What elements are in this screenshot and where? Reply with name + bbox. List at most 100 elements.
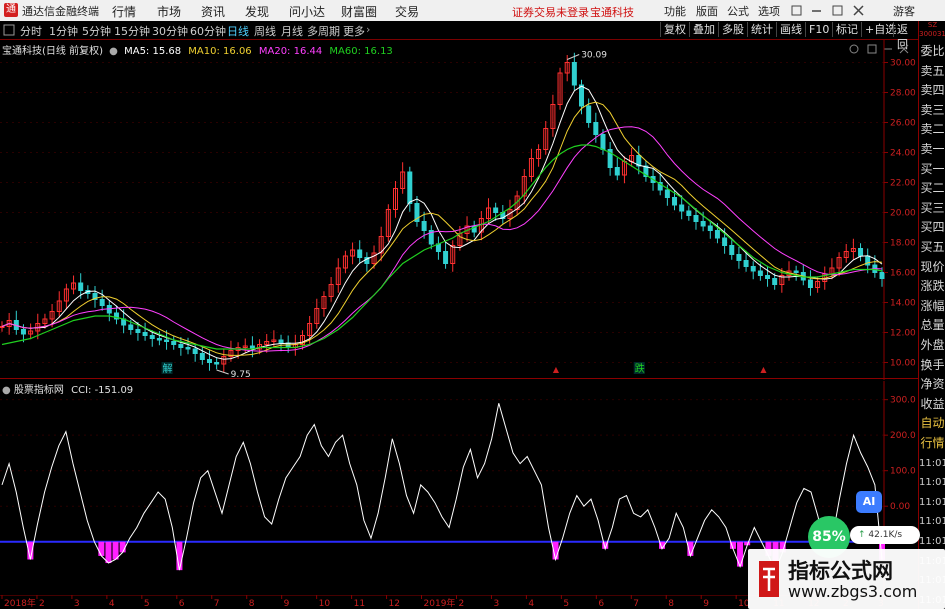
- tab-1min[interactable]: 1分钟: [49, 23, 78, 39]
- menu-functions[interactable]: 功能: [664, 3, 686, 19]
- ma10-line: [1, 101, 883, 356]
- time-tick-label: 2018年: [4, 597, 36, 609]
- panel-divider: [0, 378, 918, 379]
- time-tick-label: 12: [389, 599, 400, 609]
- time-tick-label: 7: [633, 599, 639, 609]
- high-pointer: [567, 54, 580, 60]
- menu-trade[interactable]: 交易: [395, 3, 419, 20]
- candle-body: [765, 275, 771, 279]
- tab-more[interactable]: 更多: [343, 23, 365, 39]
- candle-body: [743, 260, 749, 267]
- cci-axis: 300.0 200.0 100.0 0.00: [884, 396, 916, 512]
- tab-daily[interactable]: 日线: [227, 23, 249, 39]
- app-title: 通达信金融终端: [22, 5, 99, 18]
- sidebar-item[interactable]: 卖四: [919, 82, 945, 99]
- candle-body: [78, 282, 84, 291]
- candle-body: [206, 359, 212, 363]
- more-arrow-icon[interactable]: ›: [366, 23, 370, 36]
- tab-monthly[interactable]: 月线: [281, 23, 303, 39]
- back-button[interactable]: 返回: [893, 22, 918, 51]
- menu-news[interactable]: 资讯: [201, 3, 225, 20]
- ai-assistant-button[interactable]: AI: [856, 491, 882, 513]
- sidebar-item[interactable]: 自动: [919, 415, 945, 432]
- f10-button[interactable]: F10: [805, 22, 832, 37]
- candle-body: [700, 221, 706, 227]
- candle-body: [178, 344, 184, 348]
- mark-button[interactable]: 标记: [832, 22, 861, 37]
- sidebar-item[interactable]: 买四: [919, 219, 945, 236]
- tab-30min[interactable]: 30分钟: [152, 23, 188, 39]
- menu-layout[interactable]: 版面: [696, 3, 718, 19]
- overlay-button[interactable]: 叠加: [689, 22, 718, 37]
- sidebar-item[interactable]: 总量: [919, 317, 945, 334]
- sidebar-item[interactable]: 卖二: [919, 121, 945, 138]
- sidebar-item[interactable]: 涨跌: [919, 278, 945, 295]
- time-tick-label: 6: [598, 599, 604, 609]
- candle-body: [793, 270, 799, 273]
- candle-body: [664, 189, 670, 198]
- sidebar-item[interactable]: 卖一: [919, 141, 945, 158]
- menu-quotes[interactable]: 行情: [112, 3, 136, 20]
- sidebar-item[interactable]: 买一: [919, 161, 945, 178]
- high-price-label: 30.09: [581, 51, 607, 61]
- sidebar-item[interactable]: 涨幅: [919, 298, 945, 315]
- sidebar-item[interactable]: 现价: [919, 259, 945, 276]
- sidebar-item[interactable]: 买三: [919, 200, 945, 217]
- tab-weekly[interactable]: 周线: [254, 23, 276, 39]
- price-tick-label: 10.00: [890, 359, 916, 369]
- price-tick-label: 30.00: [890, 59, 916, 69]
- sidebar-item[interactable]: 卖三: [919, 102, 945, 119]
- tab-multi-period[interactable]: 多周期: [307, 23, 340, 39]
- app-logo-icon: 通: [4, 3, 18, 17]
- sidebar-item[interactable]: 换手: [919, 357, 945, 374]
- tab-timeshare[interactable]: 分时: [20, 23, 42, 39]
- skin-icon[interactable]: [791, 5, 802, 16]
- candle-body: [722, 237, 728, 246]
- sidebar-item[interactable]: 买五: [919, 239, 945, 256]
- net-speed-value: 42.1K/s: [868, 530, 903, 540]
- menu-formula[interactable]: 公式: [727, 3, 749, 19]
- candle-body: [421, 221, 427, 231]
- menu-market[interactable]: 市场: [157, 3, 181, 20]
- maximize-icon[interactable]: [832, 5, 843, 16]
- sidebar-item: 11:01: [919, 516, 945, 528]
- small-marker-icon[interactable]: ▲: [553, 365, 560, 374]
- menu-assistant[interactable]: 问小达: [289, 3, 325, 20]
- toolbar-grid-icon[interactable]: [3, 24, 15, 36]
- candle-body: [128, 324, 134, 330]
- sidebar-item[interactable]: 委比: [919, 43, 945, 60]
- period-toolbar: 分时 1分钟 5分钟 15分钟 30分钟 60分钟 日线 周线 月线 多周期 更…: [0, 21, 918, 51]
- adjust-button[interactable]: 复权: [660, 22, 689, 37]
- menu-discover[interactable]: 发现: [245, 3, 269, 20]
- price-tick-label: 24.00: [890, 149, 916, 159]
- time-tick-label: 11: [354, 599, 365, 609]
- event-marker-label[interactable]: 跌: [635, 362, 645, 375]
- time-tick-label: 5: [563, 599, 569, 609]
- price-chart[interactable]: 30.00 28.00 26.00 24.00 22.00 20.00 18.00 16.00…: [0, 40, 918, 380]
- sidebar-item[interactable]: 外盘: [919, 337, 945, 354]
- menu-options[interactable]: 选项: [758, 3, 780, 19]
- login-notice[interactable]: 证券交易未登录: [512, 4, 589, 20]
- candle-body: [750, 266, 756, 272]
- close-icon[interactable]: [853, 5, 864, 16]
- guest-label[interactable]: 游客: [893, 3, 915, 19]
- sidebar-item[interactable]: 净资: [919, 376, 945, 393]
- candle-body: [600, 134, 606, 150]
- statistics-button[interactable]: 统计: [747, 22, 776, 37]
- sidebar-item[interactable]: 收益: [919, 396, 945, 413]
- tab-60min[interactable]: 60分钟: [190, 23, 226, 39]
- tab-5min[interactable]: 5分钟: [82, 23, 111, 39]
- candle-body: [686, 210, 692, 216]
- candle-body: [593, 122, 599, 135]
- sidebar-item[interactable]: 卖五: [919, 63, 945, 80]
- small-marker-icon[interactable]: ▲: [760, 365, 767, 374]
- menu-wealth[interactable]: 财富圈: [341, 3, 377, 20]
- price-tick-label: 12.00: [890, 329, 916, 339]
- event-marker-label[interactable]: 解: [163, 362, 173, 375]
- sidebar-item[interactable]: 行情: [919, 435, 945, 452]
- sidebar-item[interactable]: 买二: [919, 180, 945, 197]
- tab-15min[interactable]: 15分钟: [114, 23, 150, 39]
- multi-stock-button[interactable]: 多股: [718, 22, 747, 37]
- draw-line-button[interactable]: 画线: [776, 22, 805, 37]
- candle-body: [858, 248, 864, 257]
